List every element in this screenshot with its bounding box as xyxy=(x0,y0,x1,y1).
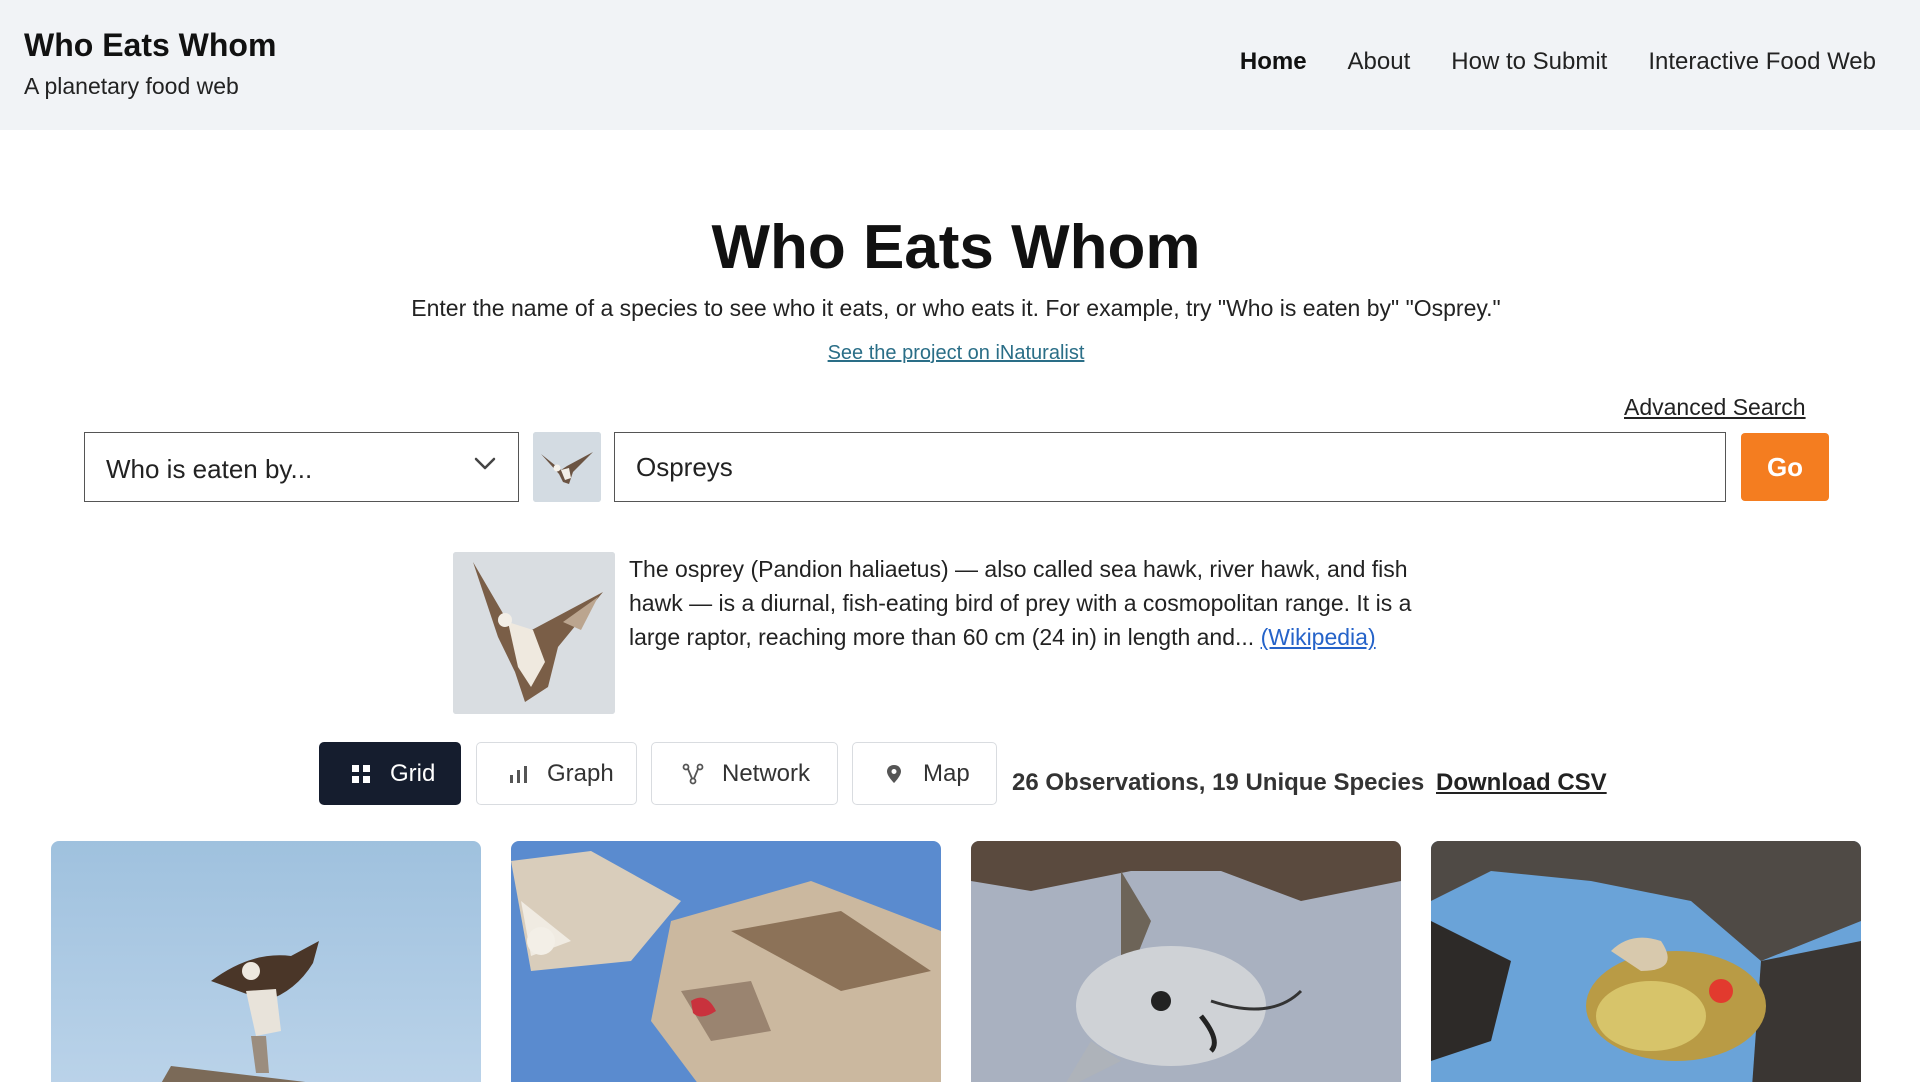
view-grid-label: Grid xyxy=(390,759,436,787)
view-map-label: Map xyxy=(923,759,970,787)
result-card-image xyxy=(51,841,481,1082)
inaturalist-link[interactable]: See the project on iNaturalist xyxy=(828,342,1085,364)
result-card-image xyxy=(1431,841,1861,1082)
grid-icon xyxy=(352,764,370,783)
download-csv-link[interactable]: Download CSV xyxy=(1436,769,1607,797)
species-search-field[interactable] xyxy=(614,432,1726,502)
view-grid-button[interactable]: Grid xyxy=(319,742,461,805)
search-mode-select[interactable]: Who is eaten by... xyxy=(84,432,519,502)
result-card[interactable] xyxy=(1431,841,1861,1082)
species-search-input[interactable] xyxy=(615,433,1725,501)
network-icon xyxy=(682,763,704,784)
site-title[interactable]: Who Eats Whom xyxy=(24,27,276,64)
main-nav: Home About How to Submit Interactive Foo… xyxy=(1240,48,1876,76)
result-card[interactable] xyxy=(971,841,1401,1082)
nav-interactive-food-web[interactable]: Interactive Food Web xyxy=(1648,48,1876,76)
view-network-button[interactable]: Network xyxy=(651,742,838,805)
inaturalist-link-wrap: See the project on iNaturalist xyxy=(0,342,1912,365)
go-button[interactable]: Go xyxy=(1741,433,1829,501)
nav-home[interactable]: Home xyxy=(1240,48,1307,76)
view-network-label: Network xyxy=(722,759,811,787)
site-header: Who Eats Whom A planetary food web Home … xyxy=(0,0,1920,130)
result-card[interactable] xyxy=(51,841,481,1082)
view-map-button[interactable]: Map xyxy=(852,742,997,805)
advanced-search-link[interactable]: Advanced Search xyxy=(1624,394,1806,421)
result-card-image xyxy=(971,841,1401,1082)
page-description: Enter the name of a species to see who i… xyxy=(411,295,1501,321)
wikipedia-link[interactable]: (Wikipedia) xyxy=(1261,624,1376,650)
map-pin-icon xyxy=(887,764,901,783)
species-thumbnail xyxy=(533,432,601,502)
page-title: Who Eats Whom xyxy=(711,213,1201,282)
site-subtitle: A planetary food web xyxy=(24,73,239,99)
observation-summary: 26 Observations, 19 Unique Species xyxy=(1012,769,1425,796)
osprey-thumbnail-image xyxy=(533,432,601,502)
result-card-image xyxy=(511,841,941,1082)
nav-about[interactable]: About xyxy=(1348,48,1411,76)
bar-chart-icon xyxy=(510,765,527,783)
species-description: The osprey (Pandion haliaetus) — also ca… xyxy=(629,552,1449,654)
search-mode-value: Who is eaten by... xyxy=(106,454,313,484)
view-graph-button[interactable]: Graph xyxy=(476,742,637,805)
species-photo xyxy=(453,552,615,714)
result-card[interactable] xyxy=(511,841,941,1082)
view-graph-label: Graph xyxy=(547,759,614,787)
chevron-down-icon xyxy=(474,457,496,470)
nav-how-to-submit[interactable]: How to Submit xyxy=(1451,48,1607,76)
osprey-photo-image xyxy=(453,552,615,714)
